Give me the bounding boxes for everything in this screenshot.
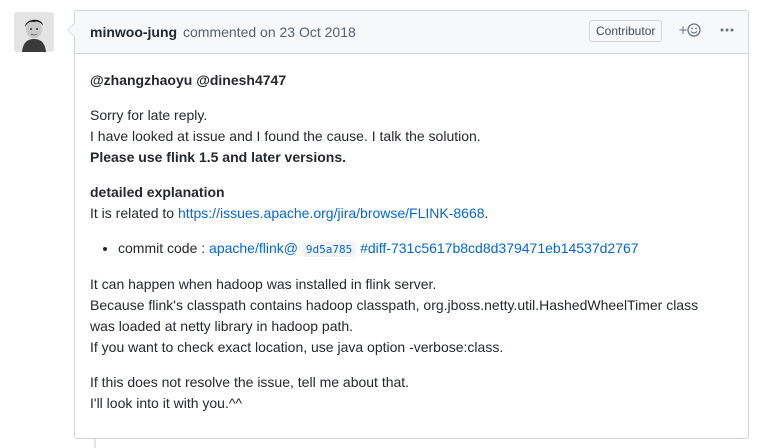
mention-link[interactable]: @dinesh4747 xyxy=(196,72,286,88)
author-link[interactable]: minwoo-jung xyxy=(90,24,177,40)
comment-box: minwoo-jung commented on 23 Oct 2018 Con… xyxy=(67,10,749,439)
avatar[interactable] xyxy=(14,12,54,52)
paragraph-explanation: detailed explanation It is related to ht… xyxy=(90,184,489,221)
list-item: commit code : apache/flink@ 9d5a785 #dif… xyxy=(118,238,733,260)
mentions-paragraph: @zhangzhaoyu @dinesh4747 xyxy=(90,70,733,91)
commit-link[interactable]: apache/flink@ 9d5a785 #diff-731c5617b8cd… xyxy=(209,240,639,257)
add-reaction-icon: + xyxy=(678,23,701,37)
paragraph-cause: It can happen when hadoop was installed … xyxy=(90,276,699,355)
comment-body: @zhangzhaoyu @dinesh4747 Sorry for late … xyxy=(75,54,748,414)
mention-link[interactable]: @zhangzhaoyu xyxy=(90,72,192,88)
comment-header: minwoo-jung commented on 23 Oct 2018 Con… xyxy=(75,11,748,54)
contributor-badge: Contributor xyxy=(589,20,663,42)
kebab-horizontal-icon xyxy=(720,28,734,32)
more-options-button[interactable] xyxy=(719,20,739,40)
svg-text:+: + xyxy=(678,23,688,37)
add-reaction-button[interactable]: + xyxy=(678,22,708,40)
jira-issue-link[interactable]: https://issues.apache.org/jira/browse/FL… xyxy=(178,205,485,221)
avatar-image xyxy=(14,12,54,52)
commit-sha: 9d5a785 xyxy=(301,242,357,257)
paragraph-reply: Sorry for late reply. I have looked at i… xyxy=(90,107,481,165)
paragraph-closing: If this does not resolve the issue, tell… xyxy=(90,374,410,411)
comment-timestamp[interactable]: commented on 23 Oct 2018 xyxy=(183,24,356,40)
timeline-connector xyxy=(94,438,96,448)
commit-list: commit code : apache/flink@ 9d5a785 #dif… xyxy=(90,238,733,260)
